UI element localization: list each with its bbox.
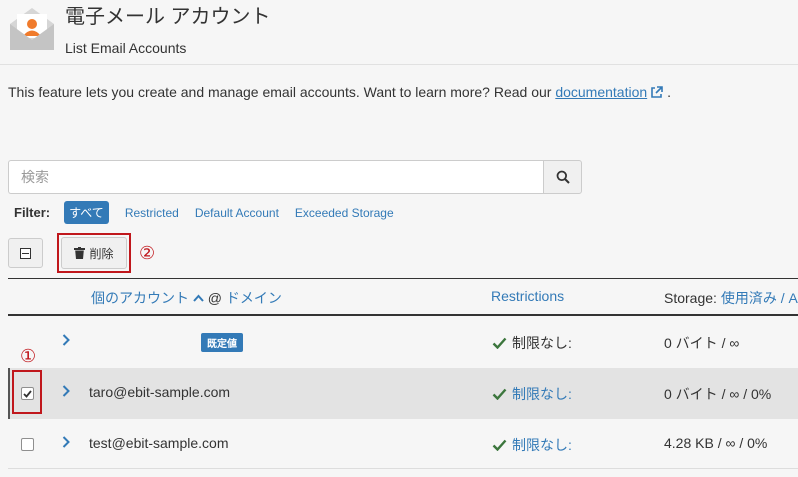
storage-value: 4.28 KB / ∞ / 0% xyxy=(664,435,768,451)
domain-header-label[interactable]: ドメイン xyxy=(226,290,282,306)
selected-row-indicator xyxy=(8,368,10,419)
filter-exceeded-storage[interactable]: Exceeded Storage xyxy=(295,206,394,220)
storage-alloc-sort[interactable]: / A xyxy=(777,290,798,306)
filter-label: Filter: xyxy=(14,205,51,220)
search-icon xyxy=(556,170,570,184)
restriction-status: 制限なし: xyxy=(512,335,572,351)
chevron-right-icon[interactable] xyxy=(62,436,70,448)
search-bar xyxy=(8,160,582,194)
annotation-two: ② xyxy=(139,243,156,263)
filter-bar: Filter: すべて Restricted Default Account E… xyxy=(14,201,410,224)
filter-all[interactable]: すべて xyxy=(64,201,109,224)
table-row: taro@ebit-sample.com 制限なし: 0 バイト / ∞ / 0… xyxy=(8,368,798,419)
storage-header-prefix: Storage: xyxy=(664,290,717,306)
bulk-select-button[interactable] xyxy=(8,238,43,268)
email-address: test@ebit-sample.com xyxy=(89,435,229,451)
chevron-right-icon[interactable] xyxy=(62,385,70,397)
deselect-all-icon xyxy=(20,247,31,259)
default-account-badge: 既定値 xyxy=(201,333,243,352)
table-row: 既定値 制限なし: 0 バイト / ∞ xyxy=(8,317,798,368)
at-sign: @ xyxy=(207,290,222,306)
page-subtitle: List Email Accounts xyxy=(65,40,187,56)
filter-restricted[interactable]: Restricted xyxy=(125,206,179,220)
table-header: 個のアカウント @ ドメイン Restrictions Storage: 使用済… xyxy=(8,279,798,316)
search-input[interactable] xyxy=(8,160,543,194)
external-link-icon[interactable] xyxy=(650,86,663,102)
email-accounts-icon xyxy=(8,4,56,52)
checkmark-icon xyxy=(492,388,507,400)
restriction-link[interactable]: 制限なし: xyxy=(512,435,572,455)
account-column-header[interactable]: 個のアカウント @ ドメイン xyxy=(91,288,282,308)
sort-ascending-icon xyxy=(193,294,204,302)
search-button[interactable] xyxy=(543,160,582,194)
checkmark-icon xyxy=(492,439,507,451)
storage-value: 0 バイト / ∞ xyxy=(664,335,740,351)
header-divider xyxy=(0,64,798,65)
restriction-cell: 制限なし: xyxy=(492,333,572,353)
page-header: 電子メール アカウント List Email Accounts xyxy=(8,4,271,57)
checkmark-icon xyxy=(492,337,507,349)
page-title: 電子メール アカウント xyxy=(65,6,271,28)
restriction-link[interactable]: 制限なし: xyxy=(512,384,572,404)
restrictions-column-header[interactable]: Restrictions xyxy=(491,288,564,304)
trash-icon xyxy=(74,247,86,259)
storage-used-sort[interactable]: 使用済み xyxy=(721,290,777,306)
storage-column-header: Storage: 使用済み / A xyxy=(664,288,798,308)
intro-tail: . xyxy=(667,84,671,100)
intro-text: This feature lets you create and manage … xyxy=(8,84,671,102)
account-header-label: 個のアカウント xyxy=(91,290,189,306)
row-checkbox[interactable] xyxy=(21,438,34,451)
restriction-cell: 制限なし: xyxy=(492,384,572,404)
table-row: test@ebit-sample.com 制限なし: 4.28 KB / ∞ /… xyxy=(8,419,798,469)
chevron-right-icon[interactable] xyxy=(62,334,70,346)
intro-sentence: This feature lets you create and manage … xyxy=(8,84,556,100)
filter-default-account[interactable]: Default Account xyxy=(195,206,279,220)
delete-button[interactable]: 削除 xyxy=(61,237,127,269)
storage-value: 0 バイト / ∞ / 0% xyxy=(664,386,772,402)
email-address: taro@ebit-sample.com xyxy=(89,384,231,400)
delete-label: 削除 xyxy=(89,246,114,261)
documentation-link[interactable]: documentation xyxy=(555,84,647,100)
checkbox-highlight-box xyxy=(12,370,42,414)
restriction-cell: 制限なし: xyxy=(492,435,572,455)
annotation-one: ① xyxy=(20,346,37,366)
